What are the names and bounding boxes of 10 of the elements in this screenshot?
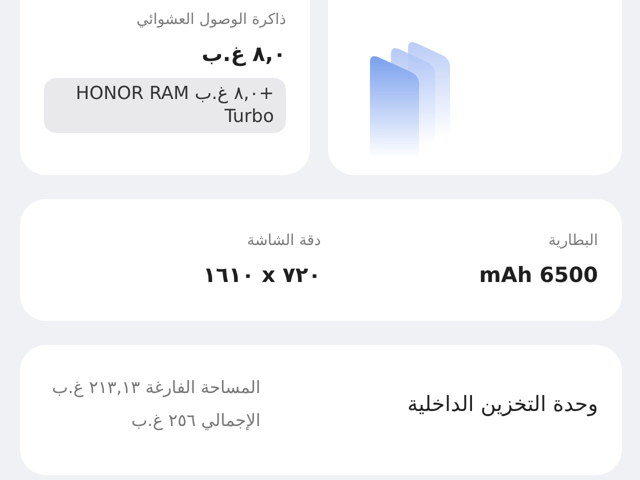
turbo-note: +٨,٠ غ.ب HONOR RAM Turbo [44,78,286,133]
spec-label: البطارية [548,230,598,251]
storage-detail: الإجمالي ٢٥٦ غ.ب [130,410,260,433]
ram-value: ٨,٠ غ.ب [202,40,286,68]
storage-title: وحدة التخزين الداخلية [407,391,598,418]
spec-value: ٧٢٠ x ١٦١٠ [203,262,321,288]
ram-label: ذاكرة الوصول العشوائي [136,9,286,30]
spec-value: 6500 mAh [479,262,598,288]
spec-label: دقة الشاشة [247,230,321,251]
storage-detail: المساحة الفارغة ٢١٣,١٣ غ.ب [52,376,260,400]
